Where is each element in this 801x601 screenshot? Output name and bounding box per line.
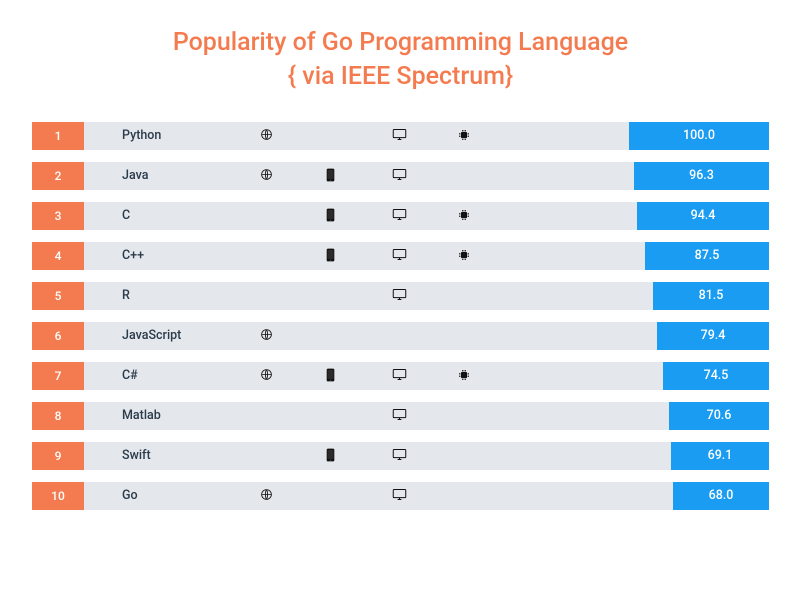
chip-icon (458, 129, 470, 143)
desktop-icon (392, 448, 407, 464)
row-track: R 81.5 (84, 282, 769, 310)
language-name: Go (84, 488, 254, 503)
language-name: Python (84, 128, 254, 143)
desktop-icon (392, 488, 407, 504)
row-track: C# 74.5 (84, 362, 769, 390)
rank-badge: 7 (32, 362, 84, 390)
score-bar: 74.5 (663, 362, 769, 390)
web-icon (260, 168, 273, 184)
score-bar: 81.5 (653, 282, 769, 310)
row-track: Matlab 70.6 (84, 402, 769, 430)
web-icon (260, 368, 273, 384)
rank-badge: 2 (32, 162, 84, 190)
row-track: Python 100.0 (84, 122, 769, 150)
table-row: 4C++ 87.5 (32, 242, 769, 270)
score-bar: 69.1 (671, 442, 769, 470)
chip-icon (458, 249, 470, 263)
desktop-icon (392, 248, 407, 264)
table-row: 8Matlab 70.6 (32, 402, 769, 430)
mobile-icon (326, 248, 335, 264)
rank-badge: 1 (32, 122, 84, 150)
desktop-icon (392, 408, 407, 424)
language-name: JavaScript (84, 328, 254, 343)
table-row: 3C 94.4 (32, 202, 769, 230)
row-track: Go 68.0 (84, 482, 769, 510)
web-icon (260, 488, 273, 504)
table-row: 9Swift 69.1 (32, 442, 769, 470)
rank-badge: 4 (32, 242, 84, 270)
title-line-1: Popularity of Go Programming Language{ v… (173, 28, 628, 91)
rank-badge: 8 (32, 402, 84, 430)
language-name: C++ (84, 248, 254, 263)
language-name: C (84, 208, 254, 223)
rank-badge: 3 (32, 202, 84, 230)
table-row: 7C# 74.5 (32, 362, 769, 390)
desktop-icon (392, 288, 407, 304)
rank-badge: 5 (32, 282, 84, 310)
language-name: Java (84, 168, 254, 183)
rank-badge: 6 (32, 322, 84, 350)
score-bar: 94.4 (637, 202, 769, 230)
desktop-icon (392, 128, 407, 144)
row-track: JavaScript 79.4 (84, 322, 769, 350)
chart-title: Popularity of Go Programming Language{ v… (32, 26, 769, 94)
desktop-icon (392, 368, 407, 384)
row-track: C++ 87.5 (84, 242, 769, 270)
language-name: C# (84, 368, 254, 383)
web-icon (260, 128, 273, 144)
score-bar: 70.6 (669, 402, 769, 430)
rank-badge: 9 (32, 442, 84, 470)
score-bar: 79.4 (657, 322, 769, 350)
table-row: 5R 81.5 (32, 282, 769, 310)
mobile-icon (326, 368, 335, 384)
rank-badge: 10 (32, 482, 84, 510)
table-row: 6JavaScript 79.4 (32, 322, 769, 350)
web-icon (260, 328, 273, 344)
row-track: C 94.4 (84, 202, 769, 230)
score-bar: 100.0 (629, 122, 769, 150)
mobile-icon (326, 448, 335, 464)
mobile-icon (326, 208, 335, 224)
desktop-icon (392, 208, 407, 224)
language-name: R (84, 288, 254, 303)
table-row: 2Java 96.3 (32, 162, 769, 190)
chip-icon (458, 369, 470, 383)
mobile-icon (326, 168, 335, 184)
row-track: Swift 69.1 (84, 442, 769, 470)
score-bar: 68.0 (673, 482, 769, 510)
score-bar: 96.3 (634, 162, 769, 190)
row-track: Java 96.3 (84, 162, 769, 190)
score-bar: 87.5 (645, 242, 769, 270)
table-row: 1Python 100.0 (32, 122, 769, 150)
ranking-rows: 1Python 100.0 2Java 96.3 3C 94.4 4C++ 87.5 5R 81.… (32, 122, 769, 510)
language-name: Matlab (84, 408, 254, 423)
table-row: 10Go 68.0 (32, 482, 769, 510)
chip-icon (458, 209, 470, 223)
language-name: Swift (84, 448, 254, 463)
desktop-icon (392, 168, 407, 184)
